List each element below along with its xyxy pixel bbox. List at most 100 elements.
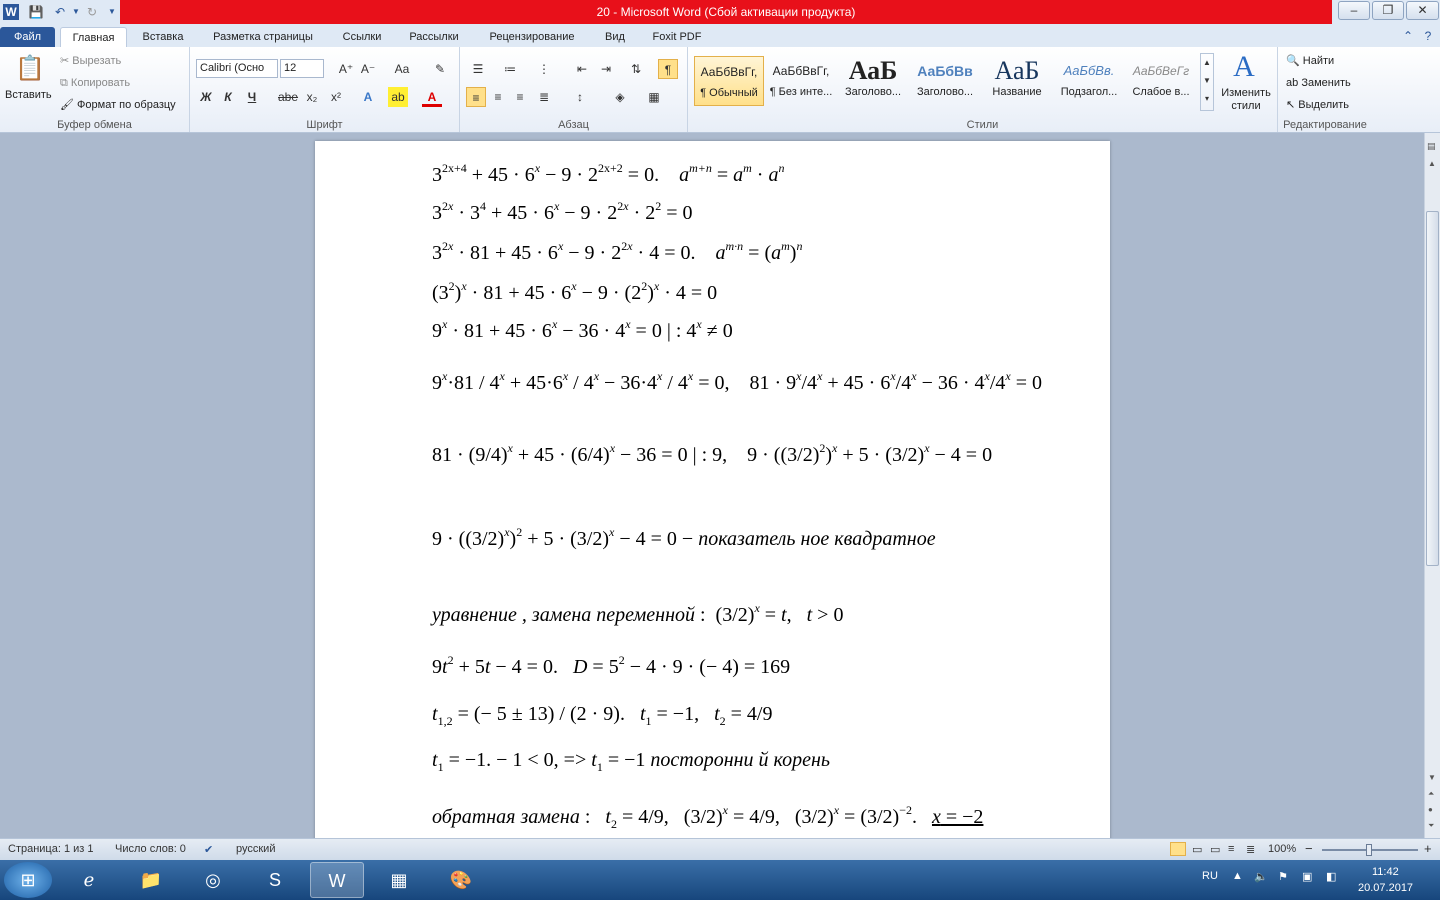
tab-mailings[interactable]: Рассылки <box>400 27 468 48</box>
align-left-icon[interactable]: ≡ <box>466 87 486 107</box>
outline-icon[interactable]: ≡ <box>1228 843 1234 855</box>
input-language[interactable]: RU <box>1202 870 1218 882</box>
highlight-icon[interactable]: ab <box>388 87 408 107</box>
skype-icon[interactable]: S <box>248 862 302 898</box>
tab-home[interactable]: Главная <box>60 27 127 48</box>
font-color-icon[interactable]: A <box>422 87 442 107</box>
strikethrough-button[interactable]: abe <box>278 87 298 107</box>
align-right-icon[interactable]: ≡ <box>510 87 530 107</box>
print-layout-icon[interactable] <box>1170 842 1186 856</box>
prev-page-icon[interactable]: ⏶ <box>1428 789 1434 799</box>
redo-icon[interactable]: ↻ <box>84 4 100 20</box>
network-icon[interactable]: ▣ <box>1302 870 1312 883</box>
next-page-icon[interactable]: ⏷ <box>1428 821 1434 831</box>
font-name-combo[interactable]: Calibri (Осно <box>196 59 278 78</box>
sort-icon[interactable]: ⇅ <box>626 59 646 79</box>
borders-icon[interactable]: ▦ <box>644 87 664 107</box>
ruler-toggle-icon[interactable]: ▤ <box>1427 141 1436 152</box>
minimize-ribbon-icon[interactable]: ⌃ <box>1400 28 1416 44</box>
tab-page-layout[interactable]: Разметка страницы <box>202 27 324 48</box>
scroll-up-icon[interactable]: ▲ <box>1428 159 1436 168</box>
vertical-scrollbar[interactable]: ▤ ▲ ▼ ⏶ ● ⏷ <box>1424 133 1440 838</box>
full-screen-reading-icon[interactable]: ▭ <box>1192 843 1202 856</box>
word-logo-icon[interactable]: W <box>3 4 19 20</box>
shading-icon[interactable]: ◈ <box>610 87 630 107</box>
subscript-button[interactable]: x₂ <box>302 87 322 107</box>
browse-object-icon[interactable]: ● <box>1428 805 1433 814</box>
document-page[interactable]: 32x+4 + 45 · 6x − 9 · 22x+2 = 0. am+n = … <box>315 141 1110 838</box>
language-indicator[interactable]: русский <box>236 843 275 855</box>
style-normal[interactable]: АаБбВвГг, ¶ Обычный <box>694 56 764 106</box>
font-size-combo[interactable]: 12 <box>280 59 324 78</box>
word-count[interactable]: Число слов: 0 <box>115 843 186 855</box>
change-styles-button[interactable]: Изменить стили <box>1216 87 1276 113</box>
style-title[interactable]: АаБ Название <box>982 56 1052 106</box>
show-formatting-button[interactable]: ¶ <box>658 59 678 79</box>
style-subtle-emphasis[interactable]: АаБбВеГг Слабое в... <box>1126 56 1196 106</box>
flag-icon[interactable]: ⚑ <box>1278 870 1288 883</box>
style-heading-2[interactable]: АаБбВв Заголово... <box>910 56 980 106</box>
internet-explorer-icon[interactable]: ℯ <box>62 862 116 898</box>
web-layout-icon[interactable]: ▭ <box>1210 843 1220 856</box>
increase-indent-icon[interactable]: ⇥ <box>596 59 616 79</box>
find-button[interactable]: 🔍 Найти <box>1286 53 1334 69</box>
clear-format-icon[interactable]: ✎ <box>430 59 450 79</box>
chrome-icon[interactable]: ◎ <box>186 862 240 898</box>
clock-time[interactable]: 11:42 <box>1372 866 1399 878</box>
minimize-button[interactable]: – <box>1338 1 1370 20</box>
decrease-indent-icon[interactable]: ⇤ <box>572 59 592 79</box>
multilevel-list-icon[interactable]: ⋮ <box>534 59 554 79</box>
save-icon[interactable]: 💾 <box>28 4 44 20</box>
change-case-button[interactable]: Aa <box>392 59 412 79</box>
zoom-level[interactable]: 100% <box>1268 843 1296 855</box>
superscript-button[interactable]: x² <box>326 87 346 107</box>
undo-icon[interactable]: ↶ <box>52 4 68 20</box>
style-heading-1[interactable]: АаБ Заголово... <box>838 56 908 106</box>
tray-expand-icon[interactable]: ▲ <box>1232 870 1243 882</box>
underline-button[interactable]: Ч <box>242 87 262 107</box>
tab-references[interactable]: Ссылки <box>334 27 390 48</box>
start-button[interactable]: ⊞ <box>4 862 52 898</box>
tab-foxit-pdf[interactable]: Foxit PDF <box>644 27 710 48</box>
style-no-spacing[interactable]: АаБбВвГг, ¶ Без инте... <box>766 56 836 106</box>
styles-scroll-icon[interactable]: ▲ ▼ ▾ <box>1200 53 1214 111</box>
calculator-icon[interactable]: ▦ <box>372 862 426 898</box>
select-button[interactable]: ↖ Выделить <box>1286 97 1349 113</box>
tab-review[interactable]: Рецензирование <box>478 27 586 48</box>
paste-button[interactable]: Вставить <box>5 87 52 103</box>
close-button[interactable]: ✕ <box>1406 1 1439 20</box>
battery-icon[interactable]: ◧ <box>1326 870 1336 883</box>
justify-icon[interactable]: ≣ <box>534 87 554 107</box>
paint-icon[interactable]: 🎨 <box>434 862 488 898</box>
tab-insert[interactable]: Вставка <box>134 27 192 48</box>
italic-button[interactable]: К <box>218 87 238 107</box>
shrink-font-button[interactable]: A⁻ <box>358 59 378 79</box>
text-effects-icon[interactable]: A <box>358 87 378 107</box>
format-painter-button[interactable]: 🖌 Формат по образцу <box>60 97 176 113</box>
tab-file[interactable]: Файл <box>0 27 55 48</box>
clock-date[interactable]: 20.07.2017 <box>1358 882 1413 894</box>
page-count[interactable]: Страница: 1 из 1 <box>8 843 94 855</box>
draft-icon[interactable]: ≣ <box>1246 843 1255 856</box>
bullets-icon[interactable]: ☰ <box>468 59 488 79</box>
customize-quick-access-icon[interactable]: ▼ <box>104 4 120 20</box>
volume-icon[interactable]: 🔈 <box>1254 870 1268 883</box>
line-spacing-icon[interactable]: ↕ <box>570 87 590 107</box>
spellcheck-icon[interactable]: ✔ <box>204 843 213 856</box>
file-explorer-icon[interactable]: 📁 <box>124 862 178 898</box>
scroll-down-icon[interactable]: ▼ <box>1428 773 1436 782</box>
tab-view[interactable]: Вид <box>596 27 634 48</box>
zoom-in-button[interactable]: + <box>1424 841 1432 856</box>
bold-button[interactable]: Ж <box>196 87 216 107</box>
word-taskbar-icon[interactable]: W <box>310 862 364 898</box>
replace-button[interactable]: ab Заменить <box>1286 75 1351 91</box>
help-icon[interactable]: ? <box>1420 28 1436 44</box>
undo-dropdown-icon[interactable]: ▼ <box>68 4 84 20</box>
align-center-icon[interactable]: ≡ <box>488 87 508 107</box>
zoom-slider-thumb[interactable] <box>1366 844 1372 856</box>
cut-button[interactable]: ✂ Вырезать <box>60 53 121 69</box>
style-subtitle[interactable]: АаБбВв. Подзагол... <box>1054 56 1124 106</box>
grow-font-button[interactable]: A⁺ <box>336 59 356 79</box>
scroll-thumb[interactable] <box>1426 211 1439 566</box>
zoom-out-button[interactable]: − <box>1305 841 1313 856</box>
